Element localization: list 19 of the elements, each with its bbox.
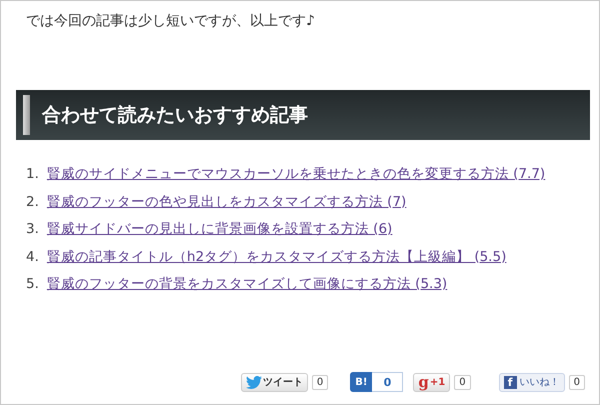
list-number: 2. [26, 192, 39, 212]
share-count: 0 [568, 374, 585, 390]
paragraph: では今回の記事は少し短いですが、以上です♪ [25, 12, 316, 30]
section-heading: 合わせて読みたいおすすめ記事 [16, 90, 590, 140]
share-count: 0 [454, 374, 471, 390]
tweet-button[interactable]: ツイート [240, 372, 308, 392]
article-link[interactable]: 賢威のフッターの背景をカスタマイズして画像にする方法 (5.3) [46, 275, 448, 294]
article-link[interactable]: 賢威の記事タイトル（h2タグ）をカスタマイズする方法【上級編】 (5.5) [46, 248, 506, 266]
list-number: 4. [26, 248, 39, 266]
list-number: 3. [26, 220, 39, 239]
like-button[interactable]: f いいね！ [498, 372, 565, 392]
article-link[interactable]: 賢威のフッターの色や見出しをカスタマイズする方法 (7) [46, 192, 406, 212]
list-number: 5. [26, 275, 39, 294]
bookmark-button[interactable]: B! [350, 372, 372, 392]
share-count: 0 [312, 374, 328, 390]
article-link[interactable]: 賢威サイドバーの見出しに背景画像を設置する方法 (6) [46, 220, 392, 239]
article-link[interactable]: 賢威のサイドメニューでマウスカーソルを乗せたときの色を変更する方法 (7.7) [46, 165, 546, 184]
share-count: 0 [372, 372, 404, 392]
list-number: 1. [26, 165, 39, 184]
